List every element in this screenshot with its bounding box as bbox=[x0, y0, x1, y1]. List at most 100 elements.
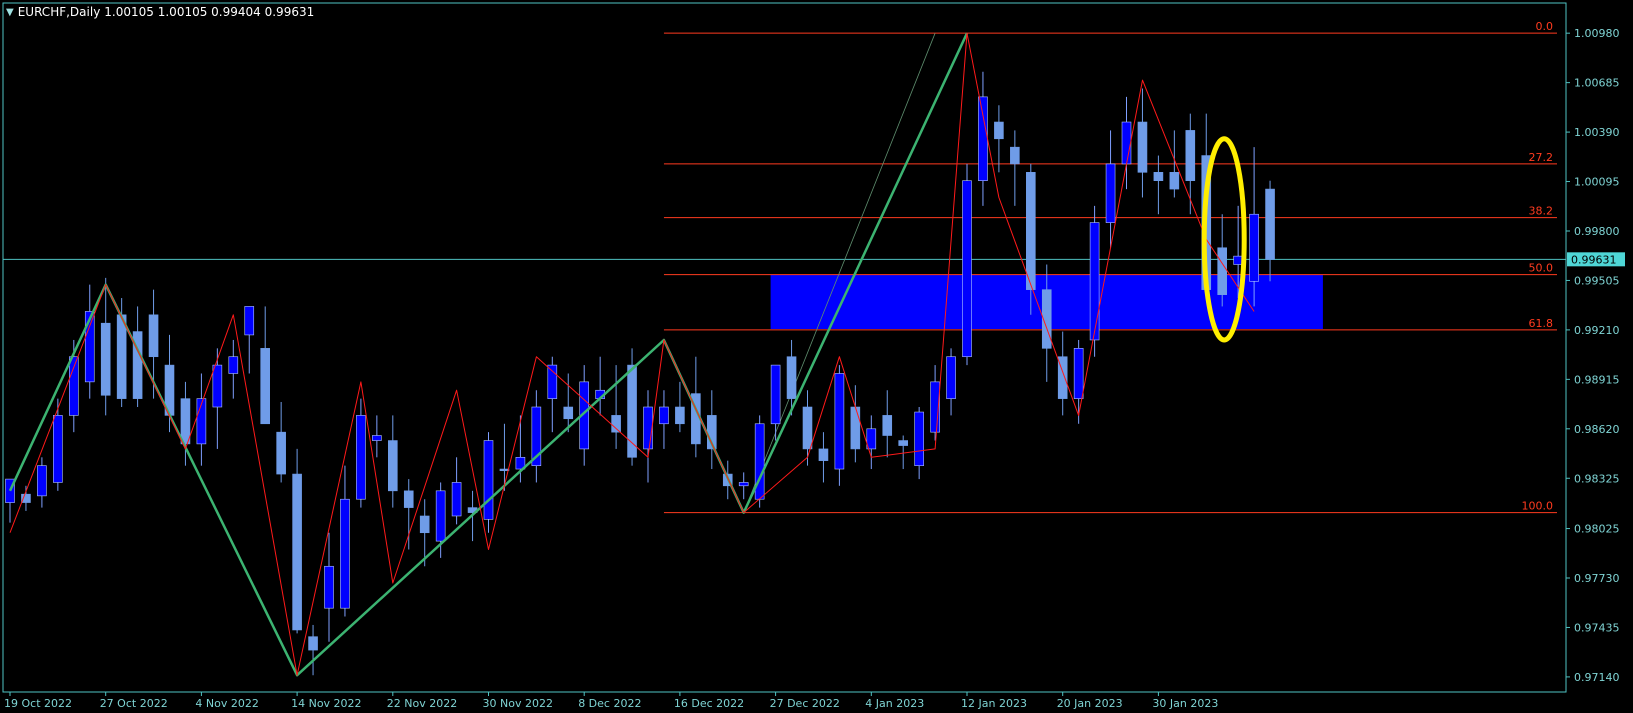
candle bbox=[962, 163, 972, 366]
x-tick-label: 12 Jan 2023 bbox=[961, 697, 1027, 710]
candle bbox=[754, 415, 765, 508]
candle-body bbox=[946, 356, 956, 399]
candle-body bbox=[1121, 121, 1132, 165]
candle-body bbox=[340, 498, 350, 609]
candle-body bbox=[228, 356, 239, 374]
x-tick-label: 20 Jan 2023 bbox=[1057, 697, 1123, 710]
fib-label: 38.2 bbox=[1529, 205, 1554, 218]
x-tick-label: 27 Dec 2022 bbox=[770, 697, 840, 710]
candle-body bbox=[882, 415, 893, 436]
candle bbox=[738, 472, 749, 500]
y-tick-label: 1.00390 bbox=[1574, 126, 1620, 139]
candle-body bbox=[643, 406, 653, 450]
candle bbox=[37, 457, 47, 508]
candle-body bbox=[84, 311, 95, 383]
candle bbox=[372, 415, 382, 458]
candle-body bbox=[69, 356, 79, 416]
x-tick-label: 22 Nov 2022 bbox=[387, 697, 457, 710]
candle-body bbox=[37, 465, 47, 497]
candle-body bbox=[451, 482, 462, 517]
y-tick-label: 0.98620 bbox=[1574, 423, 1620, 436]
candle-body bbox=[1249, 213, 1259, 282]
candle-body bbox=[818, 448, 829, 461]
y-tick-label: 0.99800 bbox=[1574, 225, 1620, 238]
candle-body bbox=[1073, 348, 1084, 399]
candle bbox=[834, 365, 845, 486]
price-axis[interactable]: 1.00980 1.00685 1.00390 1.00095 0.99800 0.995… bbox=[1566, 27, 1620, 684]
ohlc-values: 1.00105 1.00105 0.99404 0.99631 bbox=[104, 5, 315, 19]
candle bbox=[1137, 88, 1148, 198]
chart-header: ▼ EURCHF,Daily 1.00105 1.00105 0.99404 0… bbox=[6, 5, 314, 19]
candle-body bbox=[547, 364, 558, 399]
candle bbox=[595, 356, 605, 416]
candle bbox=[1121, 96, 1132, 190]
x-tick-label: 30 Jan 2023 bbox=[1152, 697, 1218, 710]
price-chart[interactable]: 0.027.238.250.061.8100.0 1.009801.006851… bbox=[0, 0, 1633, 713]
candle-body bbox=[675, 406, 685, 425]
y-tick-label: 0.98325 bbox=[1574, 472, 1620, 485]
candle-body bbox=[786, 356, 797, 399]
candle bbox=[53, 398, 63, 491]
candle bbox=[1217, 214, 1227, 307]
x-tick-label: 8 Dec 2022 bbox=[578, 697, 641, 710]
candle-body bbox=[435, 490, 446, 542]
candle bbox=[228, 339, 239, 399]
plot-border bbox=[2, 2, 1567, 693]
candle-body bbox=[898, 440, 909, 446]
candle-body bbox=[1169, 172, 1180, 190]
x-tick-label: 16 Dec 2022 bbox=[674, 697, 744, 710]
candle-body bbox=[403, 490, 414, 508]
chart-frame bbox=[2, 2, 1567, 693]
candle bbox=[308, 624, 318, 676]
candle bbox=[1010, 130, 1020, 206]
candle bbox=[866, 415, 877, 470]
candle bbox=[276, 401, 286, 483]
candle bbox=[499, 423, 510, 491]
candle-body bbox=[292, 473, 302, 631]
candle-body bbox=[962, 180, 972, 358]
x-tick-label: 19 Oct 2022 bbox=[4, 697, 72, 710]
candle-body bbox=[260, 348, 271, 425]
candle-body bbox=[116, 314, 127, 399]
candle bbox=[1073, 339, 1084, 424]
symbol-timeframe: EURCHF,Daily bbox=[17, 5, 101, 19]
x-tick-label: 14 Nov 2022 bbox=[291, 697, 361, 710]
y-tick-label: 1.00095 bbox=[1574, 176, 1620, 189]
candle-body bbox=[802, 406, 813, 450]
candle bbox=[531, 390, 542, 483]
candle-body bbox=[834, 373, 845, 470]
candle bbox=[706, 390, 717, 470]
x-tick-label: 4 Jan 2023 bbox=[865, 697, 924, 710]
candle bbox=[994, 105, 1004, 173]
candle-body bbox=[1105, 163, 1116, 223]
fibonacci-levels[interactable]: 0.0 27.2 38.2 50.0 61.8 100.0 bbox=[663, 20, 1557, 514]
y-tick-label: 0.99505 bbox=[1574, 274, 1620, 287]
price-tag-label: 0.99631 bbox=[1571, 253, 1617, 266]
candle-body bbox=[372, 435, 382, 441]
candle-body bbox=[563, 406, 574, 420]
candle-body bbox=[1026, 172, 1036, 290]
candle-body bbox=[994, 121, 1004, 140]
time-axis[interactable]: 19 Oct 2022 27 Oct 2022 4 Nov 2022 14 Nov 2… bbox=[4, 692, 1218, 710]
candle bbox=[403, 479, 414, 550]
candle bbox=[356, 398, 366, 508]
candle-body bbox=[978, 96, 988, 181]
collapse-triangle-icon[interactable]: ▼ bbox=[6, 7, 14, 18]
candle-body bbox=[850, 406, 861, 450]
candle-body bbox=[1089, 222, 1100, 341]
candle-body bbox=[1265, 188, 1275, 260]
candle-body bbox=[483, 440, 494, 520]
candle bbox=[611, 365, 621, 449]
candle-body bbox=[308, 636, 318, 651]
candle bbox=[212, 348, 223, 449]
candle-body bbox=[659, 406, 669, 425]
candle bbox=[84, 284, 95, 399]
y-tick-label: 0.98025 bbox=[1574, 523, 1620, 536]
fib-label: 27.2 bbox=[1529, 151, 1554, 164]
fib-label: 100.0 bbox=[1522, 500, 1554, 513]
candle bbox=[882, 390, 893, 458]
candle-body bbox=[419, 515, 430, 534]
candle-body bbox=[499, 468, 510, 472]
candles bbox=[5, 71, 1275, 676]
candle-body bbox=[180, 398, 191, 445]
